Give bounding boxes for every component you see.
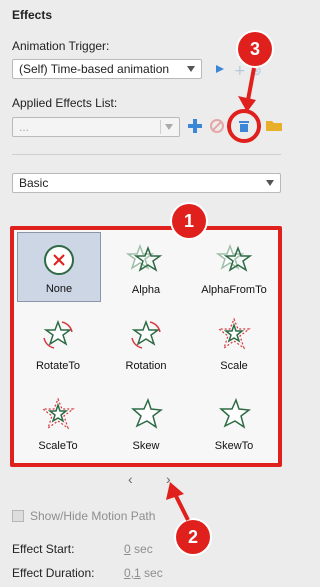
annotation-overlay <box>166 67 261 521</box>
annotation-ring <box>227 109 261 143</box>
annotation-arrow-3 <box>246 67 256 101</box>
